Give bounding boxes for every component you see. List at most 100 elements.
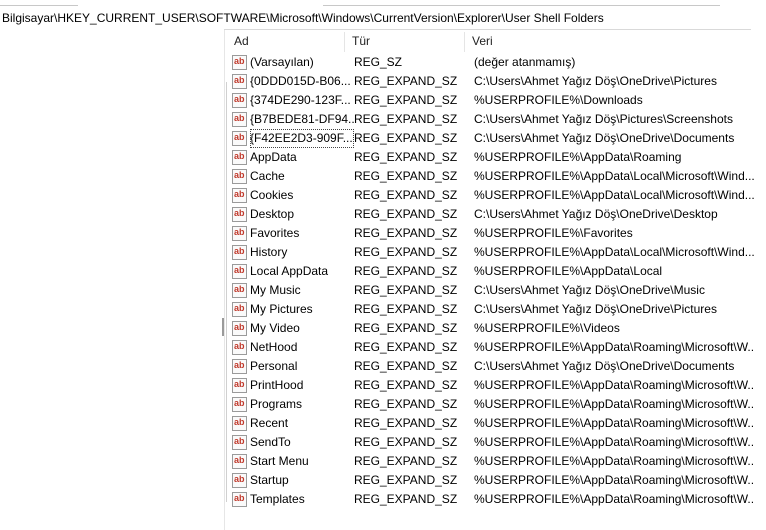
registry-value-row[interactable]: ab {F42EE2D3-909F... REG_EXPAND_SZ C:\Users… xyxy=(226,129,766,148)
column-header-type[interactable]: Tür xyxy=(344,30,464,52)
value-name: AppData xyxy=(250,150,297,164)
address-bar[interactable]: Bilgisayar\HKEY_CURRENT_USER\SOFTWARE\Mi… xyxy=(0,8,766,28)
registry-value-row[interactable]: ab Favorites REG_EXPAND_SZ %USERPROFILE%\Fa… xyxy=(226,224,766,243)
value-data: %USERPROFILE%\AppData\Local\Microsoft\Wi… xyxy=(474,245,754,259)
registry-value-row[interactable]: ab NetHood REG_EXPAND_SZ %USERPROFILE%\AppD… xyxy=(226,338,766,357)
list-header: Ad Tür Veri xyxy=(226,30,766,52)
value-type: REG_EXPAND_SZ xyxy=(354,226,458,240)
value-data: C:\Users\Ahmet Yağız Döş\OneDrive\Docume… xyxy=(474,359,735,373)
registry-value-row[interactable]: ab Local AppData REG_EXPAND_SZ %USERPROFILE… xyxy=(226,262,766,281)
registry-string-icon: ab xyxy=(232,131,247,146)
value-type: REG_EXPAND_SZ xyxy=(354,435,458,449)
value-data: C:\Users\Ahmet Yağız Döş\OneDrive\Pictur… xyxy=(474,302,717,316)
value-data: %USERPROFILE%\Favorites xyxy=(474,226,633,240)
registry-string-icon: ab xyxy=(232,245,247,260)
registry-value-row[interactable]: ab Personal REG_EXPAND_SZ C:\Users\Ahmet Ya… xyxy=(226,357,766,376)
registry-value-row[interactable]: ab Desktop REG_EXPAND_SZ C:\Users\Ahmet Yağ… xyxy=(226,205,766,224)
registry-string-icon: ab xyxy=(232,93,247,108)
value-name: Programs xyxy=(250,397,303,411)
value-data: %USERPROFILE%\AppData\Roaming\Microsoft\… xyxy=(474,473,754,487)
address-path: Bilgisayar\HKEY_CURRENT_USER\SOFTWARE\Mi… xyxy=(2,11,604,25)
registry-value-row[interactable]: ab Start Menu REG_EXPAND_SZ %USERPROFILE%\A… xyxy=(226,452,766,471)
registry-value-row[interactable]: ab (Varsayılan) REG_SZ (değer atanmamış) xyxy=(226,53,766,72)
value-name: Desktop xyxy=(250,207,295,221)
column-header-data[interactable]: Veri xyxy=(464,30,764,52)
value-type: REG_EXPAND_SZ xyxy=(354,473,458,487)
tree-pane-edge[interactable] xyxy=(224,30,225,530)
value-type: REG_EXPAND_SZ xyxy=(354,131,458,145)
registry-value-row[interactable]: ab My Pictures REG_EXPAND_SZ C:\Users\Ahmet… xyxy=(226,300,766,319)
value-data: %USERPROFILE%\AppData\Roaming\Microsoft\… xyxy=(474,454,754,468)
registry-value-row[interactable]: ab Templates REG_EXPAND_SZ %USERPROFILE%\Ap… xyxy=(226,490,766,509)
value-name: PrintHood xyxy=(250,378,304,392)
value-data: C:\Users\Ahmet Yağız Döş\OneDrive\Pictur… xyxy=(474,74,717,88)
registry-value-row[interactable]: ab {B7BEDE81-DF94... REG_EXPAND_SZ C:\Users… xyxy=(226,110,766,129)
value-name: Personal xyxy=(250,359,298,373)
value-data: %USERPROFILE%\AppData\Roaming\Microsoft\… xyxy=(474,397,754,411)
value-name: Templates xyxy=(250,492,305,506)
value-type: REG_EXPAND_SZ xyxy=(354,397,458,411)
value-data: (değer atanmamış) xyxy=(474,55,576,69)
value-type: REG_EXPAND_SZ xyxy=(354,340,458,354)
value-type: REG_EXPAND_SZ xyxy=(354,454,458,468)
value-name: Local AppData xyxy=(250,264,329,278)
value-type: REG_EXPAND_SZ xyxy=(354,264,458,278)
registry-value-row[interactable]: ab My Video REG_EXPAND_SZ %USERPROFILE%\Vid… xyxy=(226,319,766,338)
value-type: REG_EXPAND_SZ xyxy=(354,359,458,373)
value-name: Cache xyxy=(250,169,285,183)
registry-string-icon: ab xyxy=(232,397,247,412)
column-header-name[interactable]: Ad xyxy=(226,30,344,52)
registry-value-row[interactable]: ab Cookies REG_EXPAND_SZ %USERPROFILE%\AppD… xyxy=(226,186,766,205)
value-name: {0DDD015D-B06... xyxy=(250,74,351,88)
value-data: %USERPROFILE%\AppData\Local\Microsoft\Wi… xyxy=(474,169,754,183)
value-name: Recent xyxy=(250,416,289,430)
value-type: REG_EXPAND_SZ xyxy=(354,416,458,430)
value-name: History xyxy=(250,245,288,259)
value-type: REG_EXPAND_SZ xyxy=(354,207,458,221)
value-data: %USERPROFILE%\AppData\Local\Microsoft\Wi… xyxy=(474,188,754,202)
registry-string-icon: ab xyxy=(232,340,247,355)
value-data: %USERPROFILE%\AppData\Roaming\Microsoft\… xyxy=(474,340,754,354)
registry-string-icon: ab xyxy=(232,378,247,393)
value-name: My Pictures xyxy=(250,302,313,316)
registry-string-icon: ab xyxy=(232,359,247,374)
value-type: REG_EXPAND_SZ xyxy=(354,245,458,259)
registry-string-icon: ab xyxy=(232,416,247,431)
top-border-right xyxy=(323,5,720,6)
registry-value-row[interactable]: ab My Music REG_EXPAND_SZ C:\Users\Ahmet Ya… xyxy=(226,281,766,300)
value-name: NetHood xyxy=(250,340,298,354)
registry-values-list: ab (Varsayılan) REG_SZ (değer atanmamış) ab{… xyxy=(226,53,766,509)
splitter-handle[interactable] xyxy=(222,318,224,336)
registry-string-icon: ab xyxy=(232,492,247,507)
value-data: %USERPROFILE%\AppData\Roaming\Microsoft\… xyxy=(474,435,754,449)
value-type: REG_EXPAND_SZ xyxy=(354,188,458,202)
value-type: REG_EXPAND_SZ xyxy=(354,169,458,183)
registry-value-row[interactable]: ab Recent REG_EXPAND_SZ %USERPROFILE%\AppDa… xyxy=(226,414,766,433)
value-name: SendTo xyxy=(250,435,291,449)
registry-string-icon: ab xyxy=(232,207,247,222)
top-border-left xyxy=(0,5,78,6)
value-type: REG_EXPAND_SZ xyxy=(354,93,458,107)
value-type: REG_SZ xyxy=(354,55,403,69)
registry-value-row[interactable]: ab {0DDD015D-B06... REG_EXPAND_SZ C:\Users\… xyxy=(226,72,766,91)
registry-string-icon: ab xyxy=(232,264,247,279)
registry-value-row[interactable]: ab Programs REG_EXPAND_SZ %USERPROFILE%\App… xyxy=(226,395,766,414)
registry-value-row[interactable]: ab Startup REG_EXPAND_SZ %USERPROFILE%\AppD… xyxy=(226,471,766,490)
registry-value-row[interactable]: ab Cache REG_EXPAND_SZ %USERPROFILE%\AppDat… xyxy=(226,167,766,186)
registry-string-icon: ab xyxy=(232,150,247,165)
value-data: C:\Users\Ahmet Yağız Döş\Pictures\Screen… xyxy=(474,112,733,126)
registry-string-icon: ab xyxy=(232,74,247,89)
registry-value-row[interactable]: ab {374DE290-123F... REG_EXPAND_SZ %USERPRO… xyxy=(226,91,766,110)
registry-value-row[interactable]: ab PrintHood REG_EXPAND_SZ %USERPROFILE%\Ap… xyxy=(226,376,766,395)
value-name: Start Menu xyxy=(250,454,309,468)
registry-value-row[interactable]: ab AppData REG_EXPAND_SZ %USERPROFILE%\AppD… xyxy=(226,148,766,167)
value-data: %USERPROFILE%\Downloads xyxy=(474,93,643,107)
registry-value-row[interactable]: ab History REG_EXPAND_SZ %USERPROFILE%\AppD… xyxy=(226,243,766,262)
value-type: REG_EXPAND_SZ xyxy=(354,112,458,126)
value-type: REG_EXPAND_SZ xyxy=(354,302,458,316)
registry-string-icon: ab xyxy=(232,473,247,488)
registry-string-icon: ab xyxy=(232,321,247,336)
registry-value-row[interactable]: ab SendTo REG_EXPAND_SZ %USERPROFILE%\AppDa… xyxy=(226,433,766,452)
value-data: C:\Users\Ahmet Yağız Döş\OneDrive\Deskto… xyxy=(474,207,718,221)
value-data: %USERPROFILE%\AppData\Roaming xyxy=(474,150,682,164)
